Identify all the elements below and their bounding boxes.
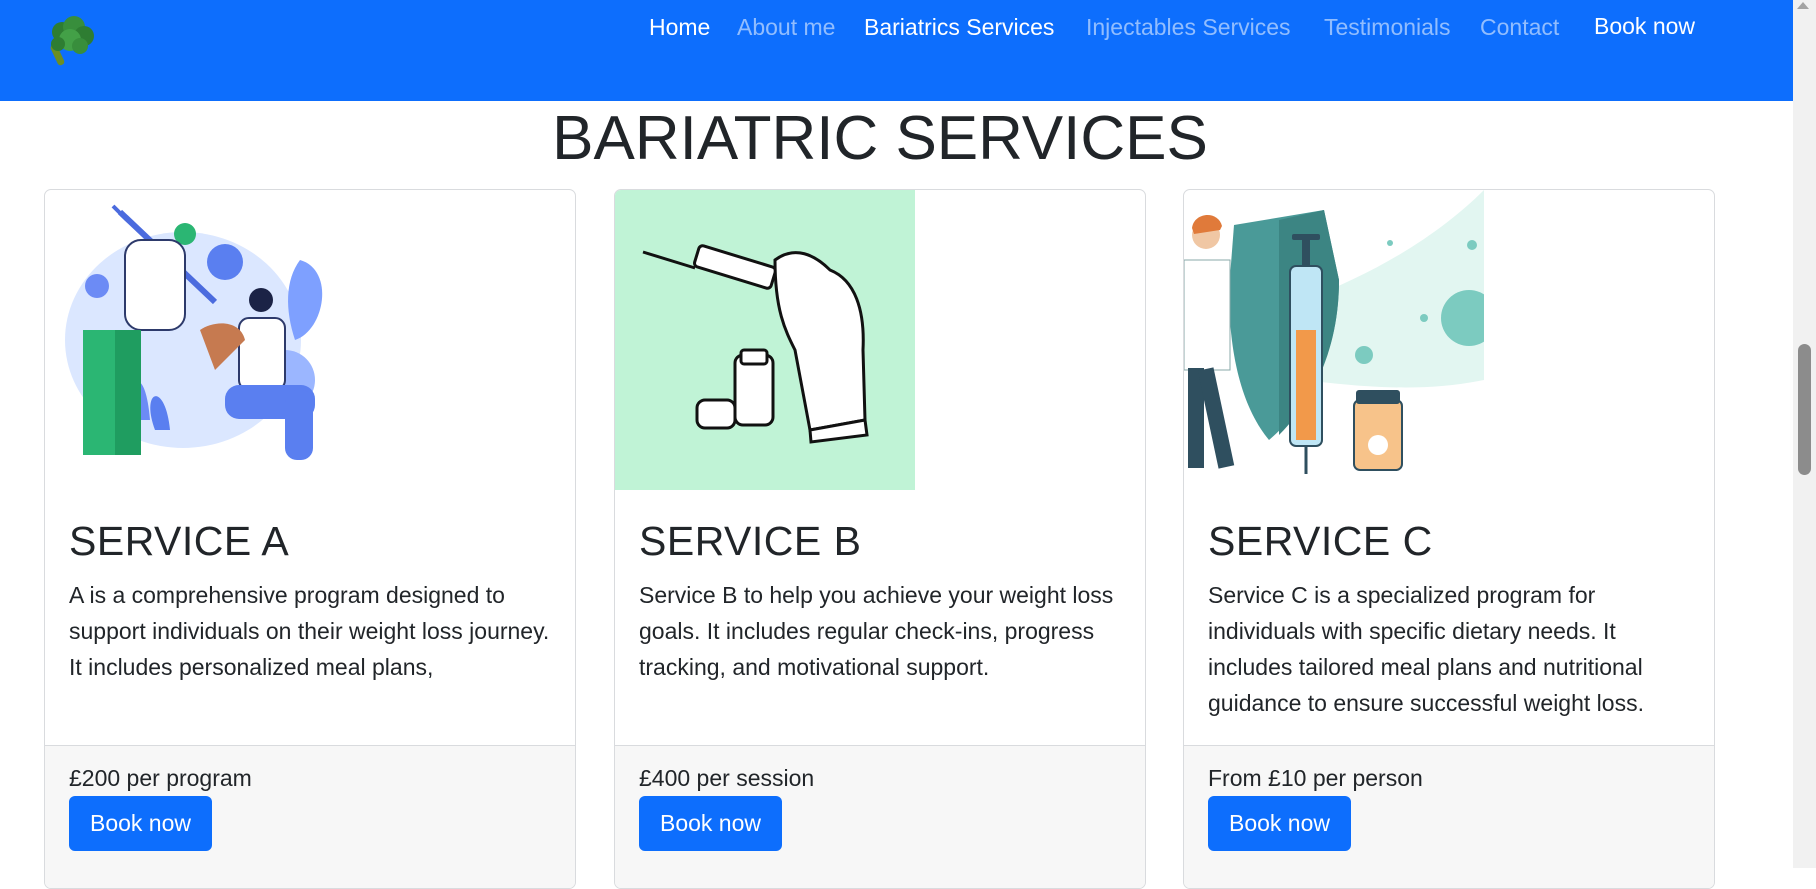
doctor-syringe-illustration xyxy=(1184,190,1484,474)
nav-bariatrics-services[interactable]: Bariatrics Services xyxy=(864,12,1054,42)
service-card-b: SERVICE B Service B to help you achieve … xyxy=(614,189,1146,889)
service-a-description: A is a comprehensive program designed to… xyxy=(69,582,550,680)
service-b-footer: £400 per session Book now xyxy=(615,745,1145,888)
nav-testimonials[interactable]: Testimonials xyxy=(1324,12,1451,42)
service-c-book-button[interactable]: Book now xyxy=(1208,796,1351,851)
service-c-price: From £10 per person xyxy=(1208,765,1423,791)
service-a-title: SERVICE A xyxy=(69,518,290,564)
service-card-c: SERVICE C Service C is a specialized pro… xyxy=(1183,189,1715,889)
vaccination-illustration xyxy=(65,204,323,460)
service-c-description: Service C is a specialized program for i… xyxy=(1208,582,1644,716)
service-card-a: SERVICE A A is a comprehensive program d… xyxy=(44,189,576,889)
service-c-title: SERVICE C xyxy=(1208,518,1433,564)
service-a-footer: £200 per program Book now xyxy=(45,745,575,888)
service-b-book-button[interactable]: Book now xyxy=(639,796,782,851)
service-c-footer: From £10 per person Book now xyxy=(1184,745,1714,888)
scroll-up-arrow-icon[interactable] xyxy=(1797,2,1809,9)
service-b-title: SERVICE B xyxy=(639,518,862,564)
nav-injectables-services[interactable]: Injectables Services xyxy=(1086,12,1291,42)
service-b-description: Service B to help you achieve your weigh… xyxy=(639,582,1114,680)
nav-book-now-link[interactable]: Book now xyxy=(1594,11,1695,41)
broccoli-icon[interactable] xyxy=(40,14,102,72)
service-b-price: £400 per session xyxy=(639,765,815,791)
page-title: BARIATRIC SERVICES xyxy=(552,104,1208,173)
nav-home[interactable]: Home xyxy=(649,12,710,42)
nav-about-me[interactable]: About me xyxy=(737,12,835,42)
nav-contact[interactable]: Contact xyxy=(1480,12,1559,42)
scrollbar-thumb[interactable] xyxy=(1798,344,1811,475)
service-a-book-button[interactable]: Book now xyxy=(69,796,212,851)
navbar: Home About me Bariatrics Services Inject… xyxy=(0,0,1793,101)
syringe-vial-illustration xyxy=(615,190,915,490)
service-a-price: £200 per program xyxy=(69,765,252,791)
